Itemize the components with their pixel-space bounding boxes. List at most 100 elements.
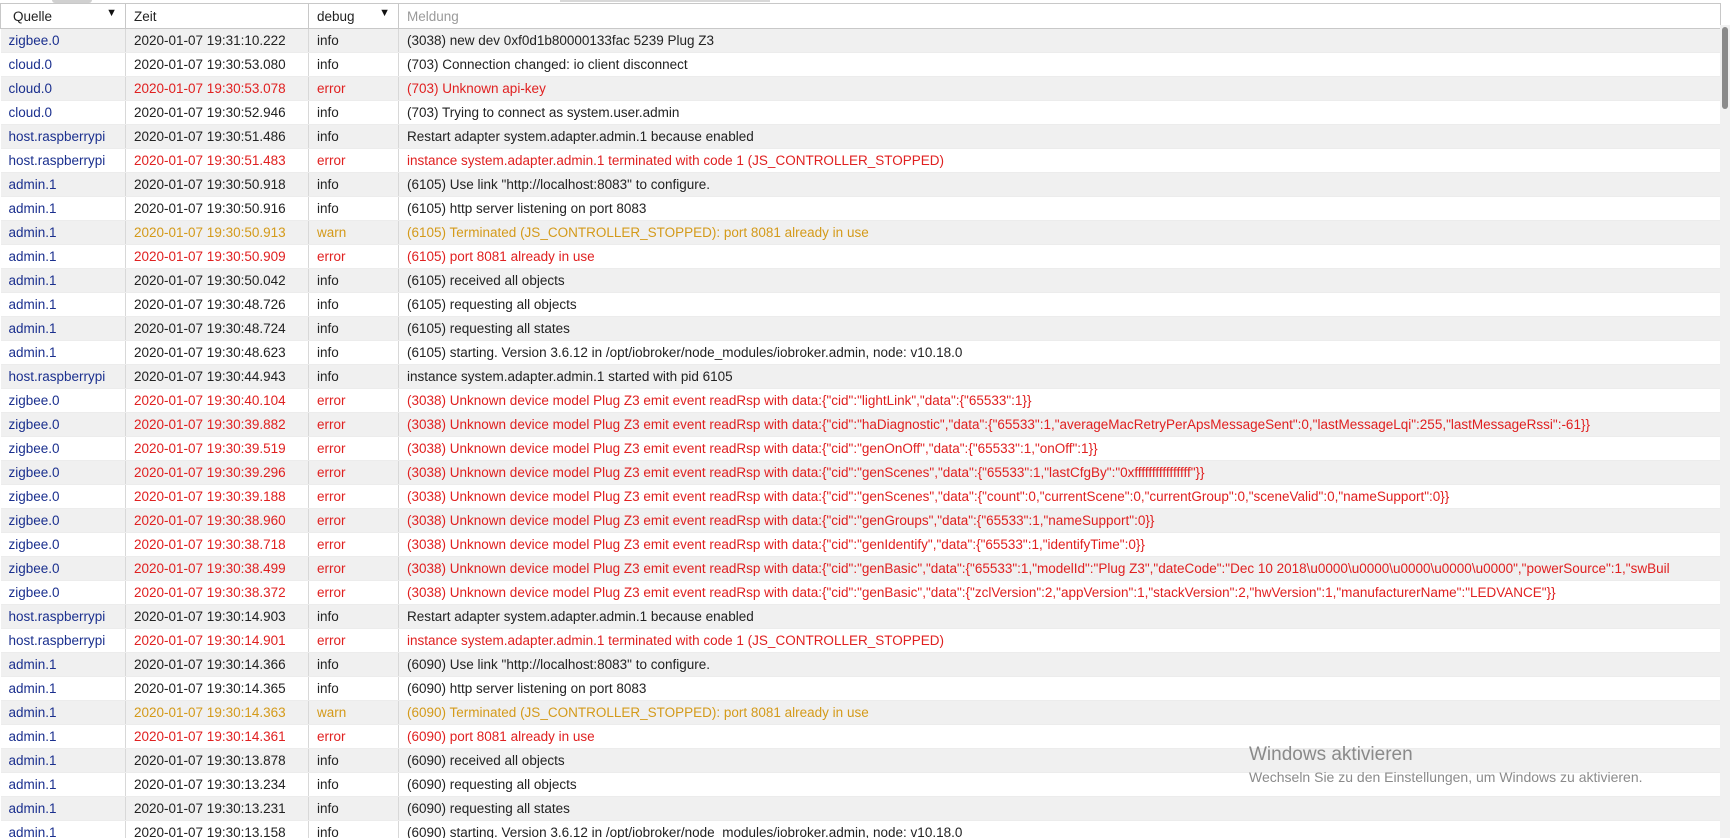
log-row: zigbee.0 2020-01-07 19:30:39.519 error (303… [0, 436, 1721, 461]
log-row: admin.1 2020-01-07 19:30:48.726 info (6105)… [0, 292, 1721, 317]
log-time: 2020-01-07 19:30:50.918 [125, 172, 309, 197]
log-time: 2020-01-07 19:30:14.903 [125, 604, 309, 629]
log-message: (6105) Terminated (JS_CONTROLLER_STOPPED… [398, 220, 1721, 245]
log-severity: error [308, 724, 399, 749]
log-source: host.raspberrypi [0, 604, 126, 629]
log-row: zigbee.0 2020-01-07 19:30:38.372 error (303… [0, 580, 1721, 605]
log-source: admin.1 [0, 748, 126, 773]
log-source: host.raspberrypi [0, 364, 126, 389]
log-message: (6090) starting. Version 3.6.12 in /opt/… [398, 820, 1721, 838]
log-severity: info [308, 340, 399, 365]
log-message: (6105) http server listening on port 808… [398, 196, 1721, 221]
log-time: 2020-01-07 19:30:50.916 [125, 196, 309, 221]
log-time: 2020-01-07 19:30:38.499 [125, 556, 309, 581]
severity-filter[interactable]: debug ▼ [308, 3, 399, 29]
log-time: 2020-01-07 19:30:44.943 [125, 364, 309, 389]
log-message: (6105) requesting all objects [398, 292, 1721, 317]
log-source: zigbee.0 [0, 28, 126, 53]
log-time: 2020-01-07 19:30:53.078 [125, 76, 309, 101]
log-severity: info [308, 292, 399, 317]
log-rows: zigbee.0 2020-01-07 19:31:10.222 info (3038… [0, 28, 1721, 838]
log-severity: info [308, 100, 399, 125]
log-row: admin.1 2020-01-07 19:30:50.916 info (6105)… [0, 196, 1721, 221]
log-time: 2020-01-07 19:30:13.878 [125, 748, 309, 773]
log-message: (6090) requesting all objects [398, 772, 1721, 797]
log-time: 2020-01-07 19:30:39.188 [125, 484, 309, 509]
log-severity: error [308, 388, 399, 413]
log-row: host.raspberrypi 2020-01-07 19:30:14.903 i… [0, 604, 1721, 629]
log-severity: info [308, 796, 399, 821]
dropdown-arrow-icon[interactable]: ▼ [379, 7, 390, 19]
log-message: (6105) port 8081 already in use [398, 244, 1721, 269]
message-filter-input[interactable]: Meldung [398, 3, 1721, 29]
log-source: zigbee.0 [0, 580, 126, 605]
log-message: instance system.adapter.admin.1 started … [398, 364, 1721, 389]
log-source: admin.1 [0, 268, 126, 293]
log-time: 2020-01-07 19:30:38.960 [125, 508, 309, 533]
log-time: 2020-01-07 19:30:39.882 [125, 412, 309, 437]
log-message: (703) Trying to connect as system.user.a… [398, 100, 1721, 125]
log-source: zigbee.0 [0, 532, 126, 557]
log-row: zigbee.0 2020-01-07 19:30:40.104 error (303… [0, 388, 1721, 413]
log-severity: info [308, 196, 399, 221]
log-message: (3038) Unknown device model Plug Z3 emit… [398, 460, 1721, 485]
log-source: admin.1 [0, 796, 126, 821]
log-row: cloud.0 2020-01-07 19:30:53.078 error (703)… [0, 76, 1721, 101]
vertical-scrollbar[interactable] [1720, 25, 1730, 838]
log-time: 2020-01-07 19:30:38.718 [125, 532, 309, 557]
message-filter-placeholder: Meldung [407, 8, 459, 24]
log-severity: error [308, 508, 399, 533]
source-filter[interactable]: Quelle ▼ [0, 3, 126, 29]
log-time: 2020-01-07 19:30:53.080 [125, 52, 309, 77]
log-row: host.raspberrypi 2020-01-07 19:30:44.943 i… [0, 364, 1721, 389]
log-severity: error [308, 580, 399, 605]
log-row: host.raspberrypi 2020-01-07 19:30:14.901 e… [0, 628, 1721, 653]
log-source: host.raspberrypi [0, 148, 126, 173]
log-table-header: Quelle ▼ Zeit debug ▼ Meldung [0, 3, 1721, 29]
log-severity: info [308, 820, 399, 838]
log-row: admin.1 2020-01-07 19:30:50.909 error (6105… [0, 244, 1721, 269]
log-source: cloud.0 [0, 100, 126, 125]
log-severity: info [308, 772, 399, 797]
log-source: cloud.0 [0, 76, 126, 101]
log-row: admin.1 2020-01-07 19:30:48.623 info (6105)… [0, 340, 1721, 365]
source-filter-label: Quelle [13, 8, 53, 24]
log-row: cloud.0 2020-01-07 19:30:53.080 info (703) … [0, 52, 1721, 77]
log-time: 2020-01-07 19:30:48.726 [125, 292, 309, 317]
log-source: admin.1 [0, 292, 126, 317]
log-severity: error [308, 556, 399, 581]
log-message: (703) Connection changed: io client disc… [398, 52, 1721, 77]
log-row: zigbee.0 2020-01-07 19:30:39.296 error (303… [0, 460, 1721, 485]
log-time: 2020-01-07 19:30:13.234 [125, 772, 309, 797]
log-time: 2020-01-07 19:30:38.372 [125, 580, 309, 605]
log-time: 2020-01-07 19:30:40.104 [125, 388, 309, 413]
log-severity: info [308, 268, 399, 293]
log-severity: info [308, 364, 399, 389]
log-severity: info [308, 652, 399, 677]
log-source: zigbee.0 [0, 388, 126, 413]
log-view: Quelle ▼ Zeit debug ▼ Meldung zigbee.0 20… [0, 3, 1730, 838]
log-table: Quelle ▼ Zeit debug ▼ Meldung zigbee.0 20… [0, 3, 1721, 838]
log-time: 2020-01-07 19:31:10.222 [125, 28, 309, 53]
dropdown-arrow-icon[interactable]: ▼ [106, 7, 117, 19]
log-source: host.raspberrypi [0, 628, 126, 653]
log-message: (6090) Use link "http://localhost:8083" … [398, 652, 1721, 677]
time-column-header[interactable]: Zeit [125, 3, 309, 29]
toolbar-edge-fragment [560, 0, 770, 2]
log-severity: info [308, 124, 399, 149]
log-source: admin.1 [0, 652, 126, 677]
log-row: admin.1 2020-01-07 19:30:13.234 info (6090)… [0, 772, 1721, 797]
log-message: (3038) Unknown device model Plug Z3 emit… [398, 532, 1721, 557]
log-message: (3038) Unknown device model Plug Z3 emit… [398, 436, 1721, 461]
log-severity: info [308, 748, 399, 773]
log-severity: error [308, 436, 399, 461]
log-severity: error [308, 460, 399, 485]
log-source: zigbee.0 [0, 412, 126, 437]
log-row: admin.1 2020-01-07 19:30:14.363 warn (6090)… [0, 700, 1721, 725]
log-row: zigbee.0 2020-01-07 19:30:38.718 error (303… [0, 532, 1721, 557]
scrollbar-thumb[interactable] [1722, 27, 1728, 109]
log-row: admin.1 2020-01-07 19:30:50.918 info (6105)… [0, 172, 1721, 197]
log-time: 2020-01-07 19:30:51.483 [125, 148, 309, 173]
log-message: (6090) requesting all states [398, 796, 1721, 821]
log-row: admin.1 2020-01-07 19:30:13.231 info (6090)… [0, 796, 1721, 821]
